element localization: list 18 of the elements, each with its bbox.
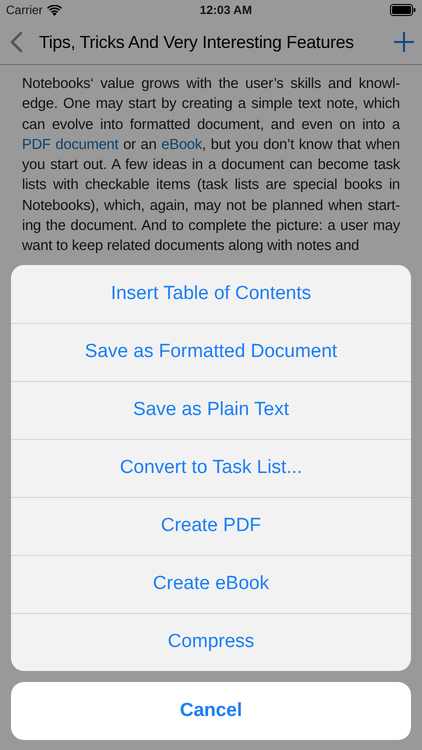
sheet-action[interactable]: Save as Formatted Document	[11, 323, 411, 381]
cancel-button[interactable]: Cancel	[11, 682, 411, 740]
status-time: 12:03 AM	[200, 2, 252, 19]
text-link[interactable]: PDF document	[22, 136, 118, 153]
add-icon[interactable]	[394, 32, 414, 52]
carrier-label: Carrier	[6, 2, 43, 19]
page-title: Tips, Tricks And Very Interesting Features	[39, 30, 355, 54]
sheet-action[interactable]: Create eBook	[11, 555, 411, 613]
sheet-action[interactable]: Compress	[11, 613, 411, 671]
back-icon[interactable]	[10, 31, 23, 53]
sheet-action[interactable]: Create PDF	[11, 497, 411, 555]
wifi-icon	[46, 4, 62, 16]
body-paragraph: Notebooks‘ value grows with the user’s skills and knowl-edge. One may start by creating a simple text note, which can evolve into formatted document, and even on into a PDF document or an eBook, but you don’t know that when you start out. A few ideas in a document can become task lists with checkable items (task lists are special books in Notebooks), which, again, may not be planned when start-ing the document. And to complete the picture: a user may want to keep related documents along with notes and	[21, 75, 402, 256]
battery-icon	[390, 4, 416, 16]
text-link[interactable]: eBook	[161, 136, 202, 153]
sheet-action[interactable]: Convert to Task List...	[11, 439, 411, 497]
sheet-action[interactable]: Save as Plain Text	[11, 381, 411, 439]
sheet-action[interactable]: Insert Table of Contents	[11, 265, 411, 323]
